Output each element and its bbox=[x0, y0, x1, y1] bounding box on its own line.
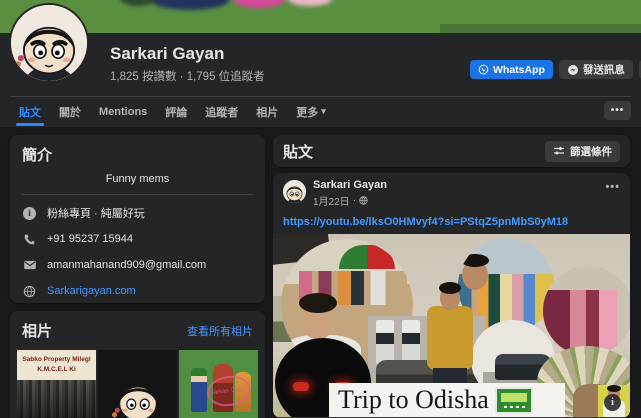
page-stats[interactable]: 1,825 按讚數 · 1,795 位追蹤者 bbox=[110, 68, 265, 84]
shinchan-avatar-art bbox=[11, 5, 87, 81]
post-header: Sarkari Gayan 1月22日 · ••• bbox=[273, 173, 630, 215]
photos-title: 相片 bbox=[22, 320, 52, 341]
photo1-caption: Sabko Property Milegi K.M.C.E.L Ki bbox=[17, 355, 96, 375]
intro-tagline: Funny mems bbox=[22, 173, 253, 185]
see-all-photos-link[interactable]: 查看所有相片 bbox=[187, 323, 253, 339]
photo-thumbnail-1[interactable]: Sabko Property Milegi K.M.C.E.L Ki bbox=[17, 350, 96, 418]
collage-art bbox=[461, 254, 489, 267]
filters-button-label: 篩選條件 bbox=[570, 144, 612, 159]
photo-thumbnail-3[interactable]: Sarkari Gayan bbox=[179, 350, 258, 418]
cover-decoration bbox=[233, 0, 285, 8]
intro-category-text: 粉絲專頁 · 純屬好玩 bbox=[47, 205, 145, 221]
tab-photos[interactable]: 相片 bbox=[247, 97, 287, 126]
intro-website-link[interactable]: Sarkarigayan.com bbox=[47, 285, 136, 297]
photo-grid: Sabko Property Milegi K.M.C.E.L Ki bbox=[17, 350, 258, 418]
posts-title: 貼文 bbox=[283, 141, 313, 162]
tab-mentions-label: Mentions bbox=[99, 106, 147, 118]
info-icon: i bbox=[22, 206, 37, 221]
messenger-icon bbox=[567, 64, 579, 76]
tab-mentions[interactable]: Mentions bbox=[90, 97, 156, 126]
whatsapp-button-label: WhatsApp bbox=[493, 64, 545, 76]
post-more-button[interactable]: ••• bbox=[605, 181, 620, 193]
filters-icon bbox=[553, 146, 565, 156]
tab-about-label: 關於 bbox=[59, 104, 81, 120]
post-author-name[interactable]: Sarkari Gayan bbox=[313, 179, 387, 191]
highway-sign-icon bbox=[495, 387, 533, 414]
tab-followers[interactable]: 追蹤者 bbox=[196, 97, 247, 126]
cover-decoration bbox=[120, 0, 156, 6]
post-avatar[interactable] bbox=[283, 180, 306, 203]
image-info-icon[interactable]: i bbox=[604, 394, 621, 411]
post-avatar-art bbox=[283, 180, 306, 203]
intro-email-text[interactable]: amanmahanand909@gmail.com bbox=[47, 259, 206, 271]
post-card: Sarkari Gayan 1月22日 · ••• https://youtu.… bbox=[273, 173, 630, 418]
post-youtube-link[interactable]: https://youtu.be/lksO0HMvyf4?si=PStqZ5pn… bbox=[273, 215, 630, 234]
umbrella-art bbox=[339, 245, 395, 269]
intro-row-phone: +91 95237 15944 bbox=[22, 231, 253, 247]
filters-button[interactable]: 篩選條件 bbox=[545, 141, 620, 162]
post-meta: 1月22日 · bbox=[313, 193, 368, 208]
public-globe-icon bbox=[359, 196, 368, 205]
cover-decoration bbox=[440, 24, 641, 33]
tab-more[interactable]: 更多 ▾ bbox=[287, 97, 335, 126]
header-actions: WhatsApp 發送訊息 讚 bbox=[470, 60, 641, 79]
collage-art bbox=[293, 382, 309, 391]
thumbnail-title-band: Trip to Odisha bbox=[329, 383, 565, 417]
phone-icon bbox=[22, 232, 37, 247]
email-icon bbox=[22, 258, 37, 273]
photo1-crowd-art bbox=[17, 380, 96, 418]
intro-divider bbox=[22, 194, 253, 195]
intro-title: 簡介 bbox=[22, 144, 253, 165]
intro-phone-text[interactable]: +91 95237 15944 bbox=[47, 233, 133, 245]
meta-separator: · bbox=[353, 195, 356, 206]
photos-card: 相片 查看所有相片 Sabko Property Milegi K.M.C.E.… bbox=[10, 311, 265, 418]
thumbnail-title: Trip to Odisha bbox=[338, 385, 489, 415]
photo2-shinchan-art bbox=[110, 367, 166, 418]
intro-row-email: amanmahanand909@gmail.com bbox=[22, 257, 253, 273]
post-date[interactable]: 1月22日 bbox=[313, 193, 350, 208]
tab-followers-label: 追蹤者 bbox=[205, 104, 238, 120]
facebook-page-screen: Sarkari Gayan 1,825 按讚數 · 1,795 位追蹤者 Wha… bbox=[0, 0, 641, 418]
cover-decoration bbox=[288, 0, 332, 6]
intro-row-category: i 粉絲專頁 · 純屬好玩 bbox=[22, 205, 253, 221]
tab-reviews[interactable]: 評論 bbox=[156, 97, 196, 126]
tab-reviews-label: 評論 bbox=[165, 104, 187, 120]
whatsapp-button[interactable]: WhatsApp bbox=[470, 60, 553, 79]
cover-decoration bbox=[150, 0, 230, 10]
tab-about[interactable]: 關於 bbox=[50, 97, 90, 126]
page-tabs: 貼文 關於 Mentions 評論 追蹤者 相片 更多 ▾ bbox=[10, 97, 335, 126]
tab-posts-label: 貼文 bbox=[19, 104, 41, 120]
intro-row-website: Sarkarigayan.com bbox=[22, 283, 253, 299]
posts-header-card: 貼文 篩選條件 bbox=[273, 135, 630, 167]
send-message-button[interactable]: 發送訊息 bbox=[559, 60, 633, 79]
collage-circle-group-women bbox=[543, 266, 630, 356]
photo-thumbnail-2[interactable] bbox=[98, 350, 177, 418]
tab-photos-label: 相片 bbox=[256, 104, 278, 120]
profile-avatar[interactable] bbox=[9, 3, 89, 83]
intro-card: 簡介 Funny mems i 粉絲專頁 · 純屬好玩 +91 95237 15… bbox=[10, 135, 265, 303]
send-message-button-label: 發送訊息 bbox=[583, 62, 625, 77]
globe-icon bbox=[22, 284, 37, 299]
tab-more-label: 更多 bbox=[296, 104, 318, 120]
collage-art bbox=[376, 320, 394, 364]
page-more-button[interactable]: ••• bbox=[604, 101, 631, 120]
post-image[interactable]: JH03 Trip to Odisha bbox=[273, 234, 630, 417]
chevron-down-icon: ▾ bbox=[321, 106, 326, 117]
photo3-figure bbox=[191, 368, 207, 412]
whatsapp-icon bbox=[478, 64, 489, 75]
tab-posts[interactable]: 貼文 bbox=[10, 97, 50, 126]
page-header-card: Sarkari Gayan 1,825 按讚數 · 1,795 位追蹤者 Wha… bbox=[0, 0, 641, 127]
cover-photo[interactable] bbox=[0, 0, 641, 33]
page-title: Sarkari Gayan bbox=[110, 44, 224, 64]
collage-art bbox=[402, 320, 420, 364]
